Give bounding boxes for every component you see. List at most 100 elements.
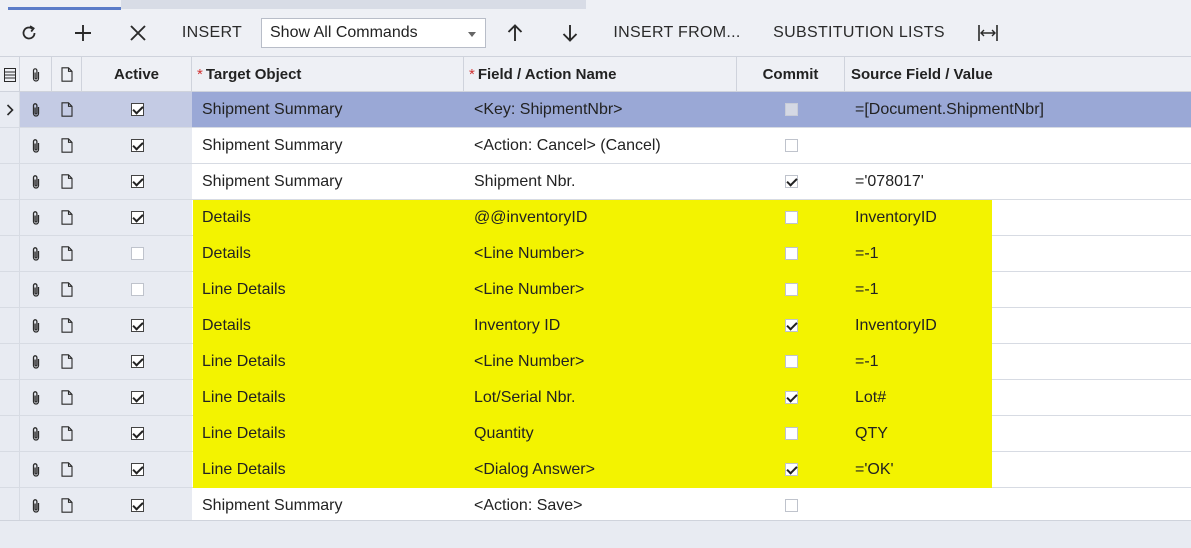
commit-checkbox[interactable]: [784, 391, 798, 404]
add-note-button[interactable]: [52, 236, 82, 271]
field-action-cell[interactable]: <Dialog Answer>: [474, 452, 737, 487]
attach-files-button[interactable]: [20, 164, 52, 199]
field-action-cell[interactable]: <Line Number>: [474, 272, 737, 307]
table-row[interactable]: Line Details Lot/Serial Nbr. Lot#: [0, 380, 1191, 416]
row-selector[interactable]: [0, 272, 20, 307]
add-note-button[interactable]: [52, 380, 82, 415]
attach-files-button[interactable]: [20, 344, 52, 379]
row-selector[interactable]: [0, 380, 20, 415]
refresh-button[interactable]: [12, 10, 46, 56]
table-row[interactable]: Line Details Quantity QTY: [0, 416, 1191, 452]
add-note-button[interactable]: [52, 308, 82, 343]
field-action-cell[interactable]: <Line Number>: [474, 344, 737, 379]
field-action-column-header[interactable]: * Field / Action Name: [464, 57, 737, 92]
insert-from-button[interactable]: INSERT FROM...: [608, 10, 746, 56]
row-selector[interactable]: [0, 452, 20, 487]
active-checkbox[interactable]: [130, 463, 144, 476]
target-object-cell[interactable]: Details: [202, 236, 464, 271]
field-action-cell[interactable]: <Action: Save>: [474, 488, 737, 523]
attach-files-button[interactable]: [20, 92, 52, 127]
active-checkbox[interactable]: [130, 427, 144, 440]
active-column-header[interactable]: Active: [82, 57, 192, 92]
attach-files-button[interactable]: [20, 128, 52, 163]
row-selector-header[interactable]: [0, 57, 20, 92]
field-action-cell[interactable]: Shipment Nbr.: [474, 164, 737, 199]
active-checkbox[interactable]: [130, 247, 144, 260]
active-checkbox[interactable]: [130, 499, 144, 512]
add-note-button[interactable]: [52, 344, 82, 379]
target-object-cell[interactable]: Line Details: [202, 272, 464, 307]
source-field-cell[interactable]: Lot#: [855, 380, 1185, 415]
table-row[interactable]: Line Details <Dialog Answer> ='OK': [0, 452, 1191, 488]
row-selector[interactable]: [0, 128, 20, 163]
source-field-cell[interactable]: InventoryID: [855, 200, 1185, 235]
attach-files-button[interactable]: [20, 488, 52, 523]
commit-checkbox[interactable]: [784, 211, 798, 224]
field-action-cell[interactable]: <Action: Cancel> (Cancel): [474, 128, 737, 163]
target-object-cell[interactable]: Shipment Summary: [202, 92, 464, 127]
source-field-cell[interactable]: =-1: [855, 344, 1185, 379]
attach-files-button[interactable]: [20, 200, 52, 235]
add-note-button[interactable]: [52, 128, 82, 163]
target-object-cell[interactable]: Line Details: [202, 452, 464, 487]
active-checkbox[interactable]: [130, 391, 144, 404]
table-row[interactable]: Shipment Summary Shipment Nbr. ='078017': [0, 164, 1191, 200]
attach-files-button[interactable]: [20, 272, 52, 307]
row-selector[interactable]: [0, 200, 20, 235]
target-object-cell[interactable]: Shipment Summary: [202, 164, 464, 199]
row-selector[interactable]: [0, 164, 20, 199]
table-row[interactable]: Shipment Summary <Key: ShipmentNbr> =[Docu…: [0, 92, 1191, 128]
active-checkbox[interactable]: [130, 355, 144, 368]
row-selector[interactable]: [0, 416, 20, 451]
add-row-button[interactable]: [66, 10, 100, 56]
table-row[interactable]: Line Details <Line Number> =-1: [0, 272, 1191, 308]
substitution-lists-button[interactable]: SUBSTITUTION LISTS: [766, 10, 952, 56]
row-selector[interactable]: [0, 236, 20, 271]
source-field-cell[interactable]: =-1: [855, 272, 1185, 307]
field-action-cell[interactable]: Lot/Serial Nbr.: [474, 380, 737, 415]
commit-checkbox[interactable]: [784, 103, 798, 116]
field-action-cell[interactable]: Quantity: [474, 416, 737, 451]
source-field-cell[interactable]: =-1: [855, 236, 1185, 271]
add-note-button[interactable]: [52, 200, 82, 235]
row-selector[interactable]: [0, 344, 20, 379]
commit-checkbox[interactable]: [784, 355, 798, 368]
table-row[interactable]: Details <Line Number> =-1: [0, 236, 1191, 272]
target-object-cell[interactable]: Details: [202, 308, 464, 343]
target-object-cell[interactable]: Shipment Summary: [202, 488, 464, 523]
source-field-cell[interactable]: InventoryID: [855, 308, 1185, 343]
active-checkbox[interactable]: [130, 319, 144, 332]
target-object-cell[interactable]: Line Details: [202, 380, 464, 415]
source-field-cell[interactable]: =[Document.ShipmentNbr]: [855, 92, 1185, 127]
commit-checkbox[interactable]: [784, 139, 798, 152]
commit-checkbox[interactable]: [784, 319, 798, 332]
attach-files-button[interactable]: [20, 380, 52, 415]
attach-files-button[interactable]: [20, 452, 52, 487]
target-object-cell[interactable]: Line Details: [202, 416, 464, 451]
commit-checkbox[interactable]: [784, 427, 798, 440]
command-filter-select[interactable]: Show All Commands: [261, 18, 486, 48]
add-note-button[interactable]: [52, 488, 82, 523]
attach-files-button[interactable]: [20, 236, 52, 271]
move-down-button[interactable]: [555, 10, 585, 56]
commit-checkbox[interactable]: [784, 247, 798, 260]
target-object-cell[interactable]: Shipment Summary: [202, 128, 464, 163]
delete-row-button[interactable]: [121, 10, 155, 56]
table-row[interactable]: Line Details <Line Number> =-1: [0, 344, 1191, 380]
add-note-button[interactable]: [52, 416, 82, 451]
field-action-cell[interactable]: <Line Number>: [474, 236, 737, 271]
field-action-cell[interactable]: <Key: ShipmentNbr>: [474, 92, 737, 127]
attach-files-button[interactable]: [20, 308, 52, 343]
active-checkbox[interactable]: [130, 139, 144, 152]
table-row[interactable]: Shipment Summary <Action: Cancel> (Cancel…: [0, 128, 1191, 164]
active-checkbox[interactable]: [130, 103, 144, 116]
table-row[interactable]: Shipment Summary <Action: Save>: [0, 488, 1191, 524]
commit-checkbox[interactable]: [784, 175, 798, 188]
active-tab-indicator[interactable]: [8, 0, 121, 10]
source-field-column-header[interactable]: Source Field / Value: [845, 57, 1191, 92]
table-row[interactable]: Details Inventory ID InventoryID: [0, 308, 1191, 344]
source-field-cell[interactable]: ='OK': [855, 452, 1185, 487]
row-selector[interactable]: [0, 308, 20, 343]
add-note-button[interactable]: [52, 164, 82, 199]
add-note-button[interactable]: [52, 92, 82, 127]
